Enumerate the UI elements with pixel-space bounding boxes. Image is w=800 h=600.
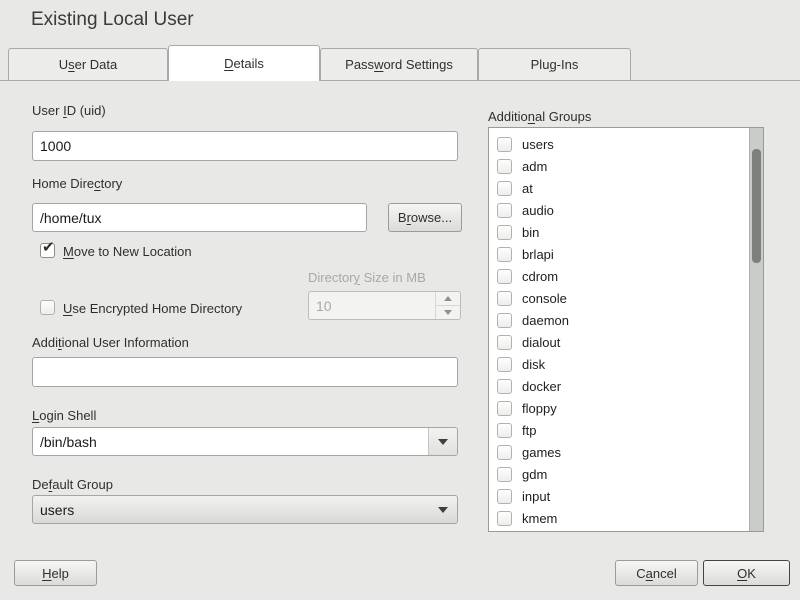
group-row[interactable]: gdm — [489, 463, 749, 485]
group-label: games — [522, 445, 561, 460]
group-checkbox[interactable] — [497, 401, 512, 416]
additional-info-label: Additional User Information — [32, 335, 189, 350]
group-label: adm — [522, 159, 547, 174]
group-row[interactable]: daemon — [489, 309, 749, 331]
group-label: disk — [522, 357, 545, 372]
tab-bar: User DataDetailsPassword SettingsPlug-In… — [8, 45, 631, 81]
group-label: at — [522, 181, 533, 196]
scrollbar-thumb[interactable] — [752, 149, 761, 263]
group-row[interactable]: brlapi — [489, 243, 749, 265]
move-to-new-location-checkbox[interactable] — [40, 243, 55, 258]
login-shell-label: Login Shell — [32, 408, 96, 423]
login-shell-dropdown-button[interactable] — [428, 428, 457, 455]
group-row[interactable]: lock — [489, 529, 749, 531]
page-title: Existing Local User — [31, 9, 194, 31]
default-group-combobox[interactable]: users — [32, 495, 458, 524]
group-checkbox[interactable] — [497, 137, 512, 152]
group-row[interactable]: disk — [489, 353, 749, 375]
group-row[interactable]: games — [489, 441, 749, 463]
group-checkbox[interactable] — [497, 489, 512, 504]
group-checkbox[interactable] — [497, 511, 512, 526]
additional-info-input[interactable] — [32, 357, 458, 387]
group-row[interactable]: kmem — [489, 507, 749, 529]
default-group-label: Default Group — [32, 477, 113, 492]
group-checkbox[interactable] — [497, 379, 512, 394]
existing-local-user-dialog: Existing Local User User DataDetailsPass… — [0, 0, 800, 600]
default-group-dropdown-button[interactable] — [429, 496, 457, 523]
chevron-down-icon — [438, 439, 448, 445]
group-label: kmem — [522, 511, 557, 526]
tab-plug-ins[interactable]: Plug-Ins — [478, 48, 631, 80]
help-button[interactable]: Help — [14, 560, 97, 586]
group-label: docker — [522, 379, 561, 394]
group-row[interactable]: ftp — [489, 419, 749, 441]
group-list-scrollbar[interactable] — [749, 128, 763, 531]
group-label: bin — [522, 225, 539, 240]
group-label: ftp — [522, 423, 536, 438]
group-label: console — [522, 291, 567, 306]
group-label: cdrom — [522, 269, 558, 284]
directory-size-label: Directory Size in MB — [308, 270, 426, 285]
group-row[interactable]: dialout — [489, 331, 749, 353]
group-label: floppy — [522, 401, 557, 416]
group-checkbox[interactable] — [497, 159, 512, 174]
tab-user-data[interactable]: User Data — [8, 48, 168, 80]
cancel-button[interactable]: Cancel — [615, 560, 698, 586]
ok-button[interactable]: OK — [703, 560, 790, 586]
directory-size-spinner: 10 — [308, 291, 461, 320]
spinner-arrows — [435, 292, 460, 319]
group-checkbox[interactable] — [497, 181, 512, 196]
group-label: daemon — [522, 313, 569, 328]
group-row[interactable]: floppy — [489, 397, 749, 419]
group-label: input — [522, 489, 550, 504]
group-label: users — [522, 137, 554, 152]
additional-groups-label: Additional Groups — [488, 109, 591, 124]
group-row[interactable]: cdrom — [489, 265, 749, 287]
group-rows: users adm at audio bin brlapi cdrom console daem… — [489, 128, 749, 531]
group-row[interactable]: docker — [489, 375, 749, 397]
group-row[interactable]: bin — [489, 221, 749, 243]
group-label: audio — [522, 203, 554, 218]
home-directory-input[interactable] — [32, 203, 367, 232]
home-directory-label: Home Directory — [32, 176, 122, 191]
group-checkbox[interactable] — [497, 313, 512, 328]
group-checkbox[interactable] — [497, 335, 512, 350]
use-encrypted-home-label: Use Encrypted Home Directory — [63, 301, 242, 316]
group-checkbox[interactable] — [497, 467, 512, 482]
group-label: gdm — [522, 467, 547, 482]
group-row[interactable]: input — [489, 485, 749, 507]
group-row[interactable]: at — [489, 177, 749, 199]
arrow-up-icon — [444, 296, 452, 301]
additional-groups-list[interactable]: users adm at audio bin brlapi cdrom console daem… — [488, 127, 764, 532]
tab-details[interactable]: Details — [168, 45, 320, 81]
use-encrypted-home-checkbox[interactable] — [40, 300, 55, 315]
spinner-down-button — [436, 305, 460, 319]
login-shell-combobox[interactable]: /bin/bash — [32, 427, 458, 456]
spinner-up-button — [436, 292, 460, 305]
group-row[interactable]: audio — [489, 199, 749, 221]
user-id-label: User ID (uid) — [32, 103, 106, 118]
group-checkbox[interactable] — [497, 291, 512, 306]
chevron-down-icon — [438, 507, 448, 513]
group-row[interactable]: users — [489, 133, 749, 155]
group-checkbox[interactable] — [497, 225, 512, 240]
group-label: brlapi — [522, 247, 554, 262]
login-shell-value: /bin/bash — [33, 434, 428, 450]
default-group-value: users — [33, 502, 429, 518]
group-checkbox[interactable] — [497, 269, 512, 284]
group-label: dialout — [522, 335, 560, 350]
group-checkbox[interactable] — [497, 423, 512, 438]
group-row[interactable]: console — [489, 287, 749, 309]
browse-button[interactable]: Browse... — [388, 203, 462, 232]
tab-password-settings[interactable]: Password Settings — [320, 48, 478, 80]
group-checkbox[interactable] — [497, 247, 512, 262]
user-id-input[interactable] — [32, 131, 458, 161]
group-checkbox[interactable] — [497, 357, 512, 372]
arrow-down-icon — [444, 310, 452, 315]
group-row[interactable]: adm — [489, 155, 749, 177]
move-to-new-location-label: Move to New Location — [63, 244, 192, 259]
group-checkbox[interactable] — [497, 203, 512, 218]
group-checkbox[interactable] — [497, 445, 512, 460]
spinner-value: 10 — [316, 298, 332, 314]
